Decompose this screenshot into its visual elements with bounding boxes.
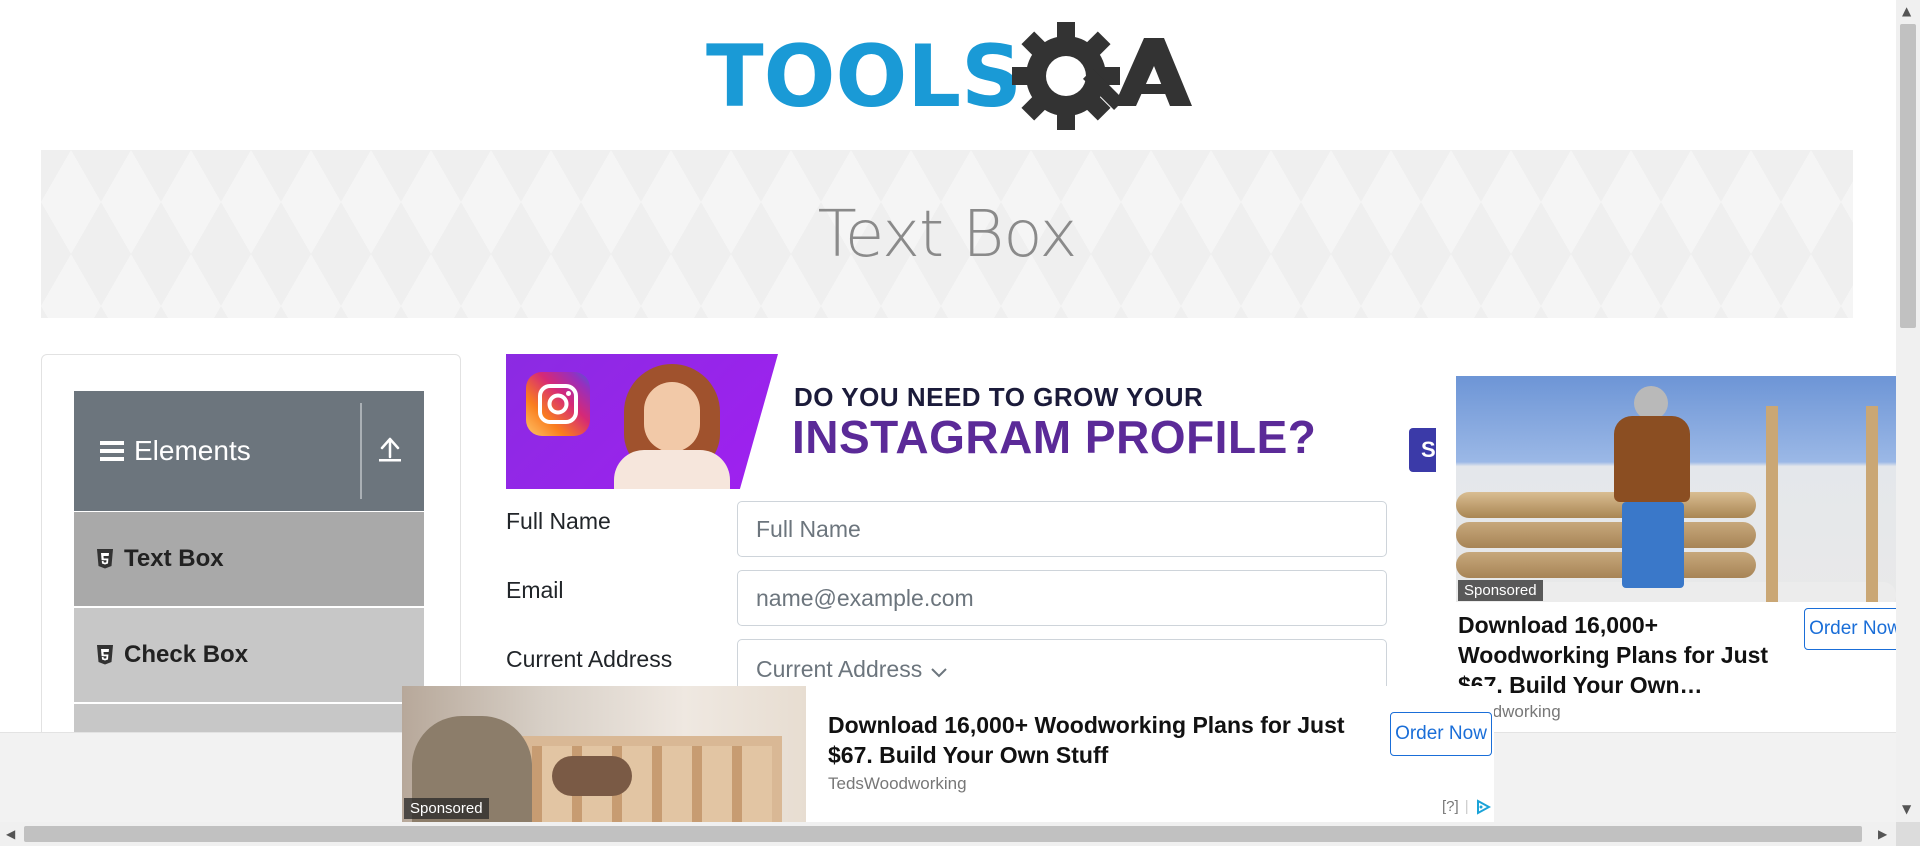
sidebar-item-label: Text Box — [124, 545, 224, 572]
ad-source[interactable]: TedsWoodworking — [828, 774, 967, 794]
post — [1766, 406, 1778, 602]
current-address-label: Current Address — [506, 646, 673, 672]
html5-icon — [96, 645, 114, 665]
ad-hands — [552, 756, 632, 796]
ad-person-coat — [1614, 416, 1690, 502]
sidebar-group-title: Elements — [100, 435, 251, 467]
divider — [360, 403, 362, 499]
log — [1456, 492, 1756, 518]
order-now-button[interactable]: Order Now — [1804, 608, 1906, 650]
svg-text:TOOLS: TOOLS — [706, 27, 1022, 127]
separator: | — [1464, 798, 1469, 815]
sidebar-item[interactable] — [74, 704, 424, 734]
sidebar-group-elements[interactable]: Elements — [74, 391, 424, 511]
ad-headline-main: INSTAGRAM PROFILE? — [792, 411, 1317, 463]
ad-title[interactable]: Download 16,000+ Woodworking Plans for J… — [1458, 610, 1788, 700]
full-name-label: Full Name — [506, 508, 611, 534]
scroll-down-icon[interactable]: ▼ — [1902, 802, 1911, 816]
hamburger-icon — [100, 441, 124, 461]
instagram-ad-banner[interactable]: DO YOU NEED TO GROW YOUR INSTAGRAM PROFI… — [506, 354, 1342, 489]
adchoices-icon[interactable] — [1475, 798, 1491, 815]
log — [1456, 522, 1756, 548]
scroll-right-icon[interactable]: ▶ — [1878, 827, 1887, 841]
vertical-scrollbar[interactable]: ▲ ▼ — [1896, 0, 1920, 822]
sidebar-group-label: Elements — [134, 435, 251, 466]
adchoices[interactable]: [?] | — [1442, 798, 1491, 815]
full-name-input[interactable] — [737, 501, 1387, 557]
page-banner: Text Box — [41, 150, 1853, 318]
scroll-up-icon[interactable]: ▲ — [1902, 4, 1911, 18]
sponsored-ad-bottom[interactable]: Sponsored Download 16,000+ Woodworking P… — [402, 686, 1494, 822]
html5-icon — [96, 549, 114, 569]
sponsored-label: Sponsored — [404, 798, 489, 819]
sponsored-ad-right[interactable]: Sponsored Download 16,000+ Woodworking P… — [1436, 354, 1906, 734]
ad-headline-top: DO YOU NEED TO GROW YOUR — [794, 382, 1204, 412]
ad-image: Sponsored — [402, 686, 806, 822]
post — [1866, 406, 1878, 602]
scroll-left-icon[interactable]: ◀ — [6, 827, 15, 841]
ad-model-body — [614, 450, 730, 489]
ad-image: Sponsored — [1456, 376, 1896, 602]
scrollbar-thumb[interactable] — [1900, 24, 1916, 328]
upload-icon[interactable] — [378, 437, 402, 467]
ad-person-head — [1634, 386, 1668, 420]
sidebar-item-label: Check Box — [124, 641, 249, 668]
scrollbar-corner — [1896, 822, 1920, 846]
sponsored-label: Sponsored — [1458, 580, 1543, 601]
instagram-icon — [526, 372, 590, 436]
ad-model-face — [644, 382, 700, 452]
email-input[interactable] — [737, 570, 1387, 626]
page-title: Text Box — [817, 198, 1078, 272]
ad-info-link[interactable]: [?] — [1442, 798, 1459, 815]
sidebar-item-check-box[interactable]: Check Box — [74, 608, 424, 702]
order-now-button[interactable]: Order Now — [1390, 712, 1492, 756]
sidebar-item-text-box[interactable]: Text Box — [74, 512, 424, 606]
ad-person-legs — [1622, 502, 1684, 588]
email-label: Email — [506, 577, 564, 603]
scrollbar-thumb[interactable] — [24, 826, 1862, 842]
ad-title[interactable]: Download 16,000+ Woodworking Plans for J… — [828, 710, 1368, 770]
toolsqa-logo[interactable]: TOOLS — [706, 22, 1192, 134]
horizontal-scrollbar[interactable]: ◀ ▶ — [0, 822, 1896, 846]
chevron-down-icon — [931, 668, 947, 678]
current-address-placeholder: Current Address — [756, 655, 923, 682]
log — [1456, 552, 1756, 578]
